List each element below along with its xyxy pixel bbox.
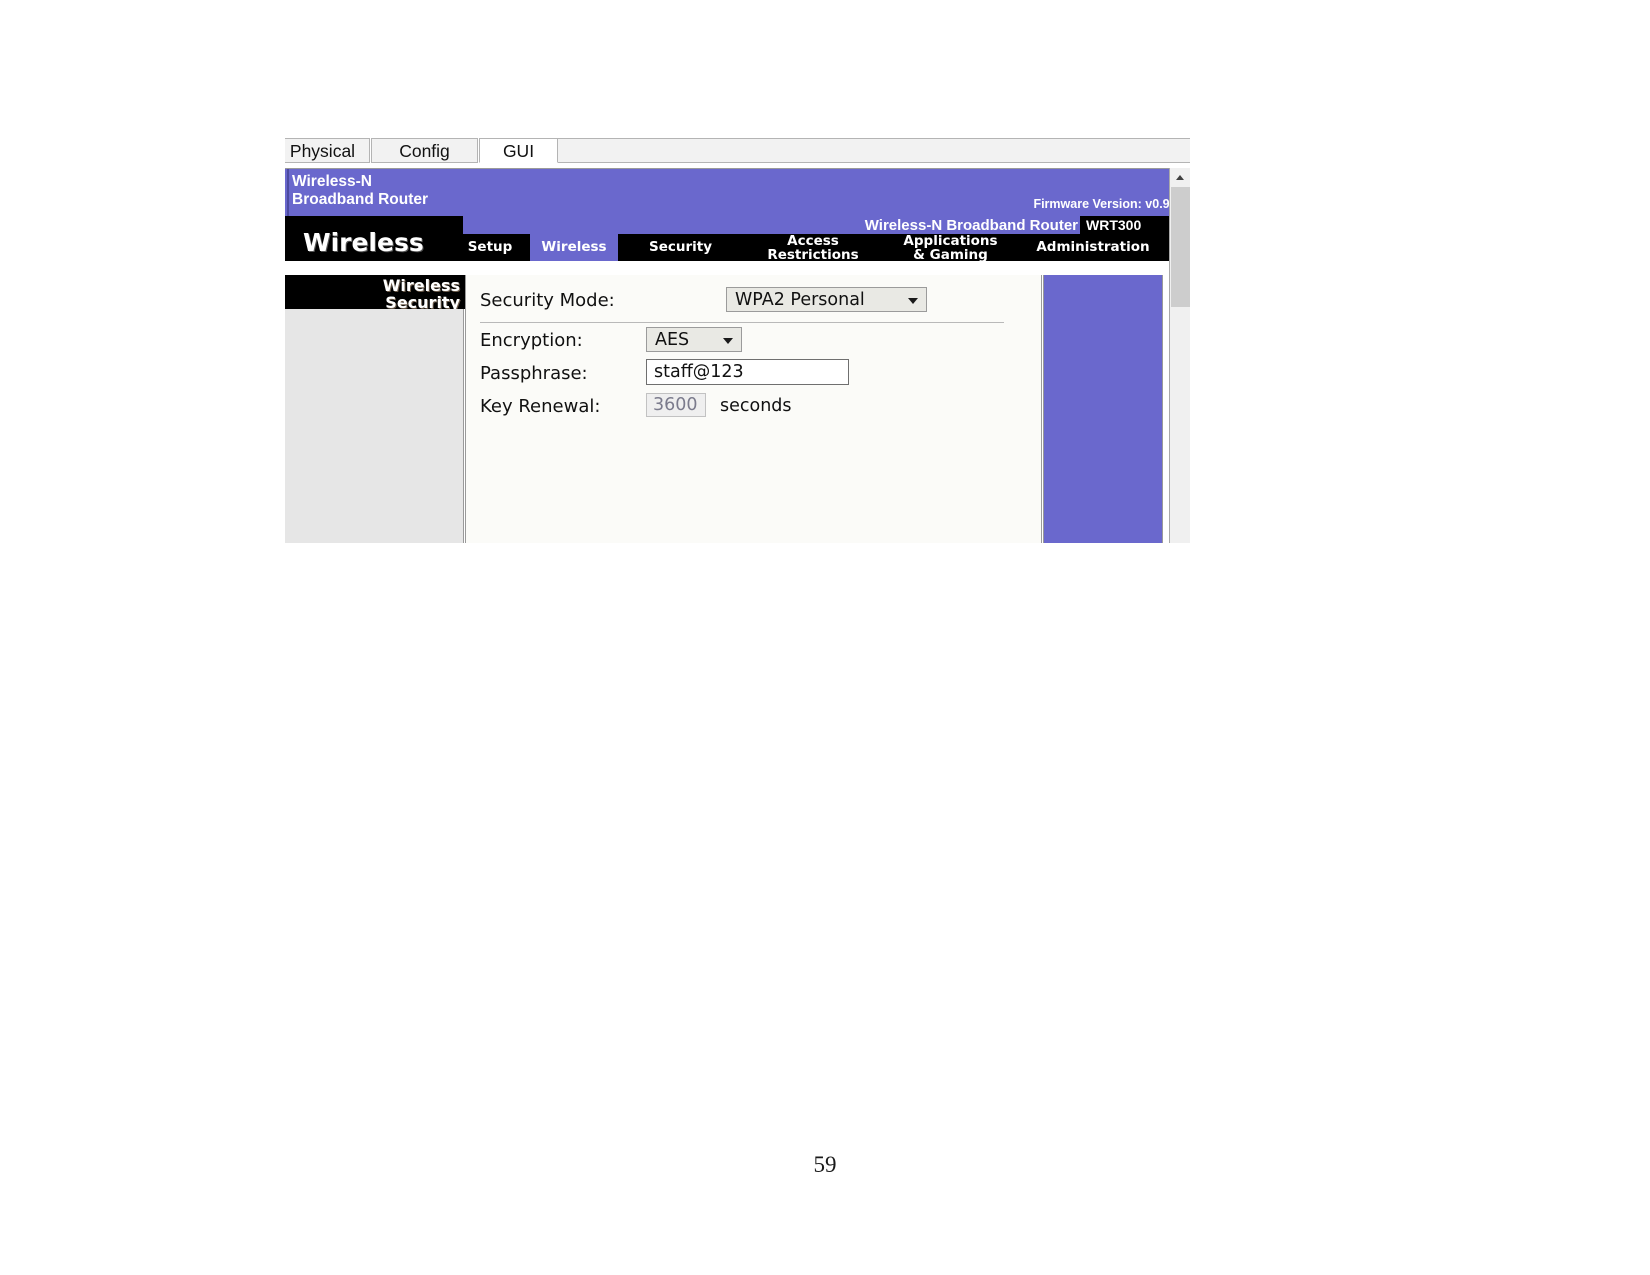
row-security-mode: Security Mode: WPA2 Personal xyxy=(480,287,1025,315)
encryption-value: AES xyxy=(655,330,690,350)
nav-item-setup[interactable]: Setup xyxy=(450,234,530,261)
row-passphrase: Passphrase: staff@123 xyxy=(480,359,1025,388)
row-encryption: Encryption: AES xyxy=(480,327,1025,355)
scrollbar-thumb[interactable] xyxy=(1171,187,1190,307)
router-nav-items: Setup Wireless Security Access Restricti… xyxy=(450,234,1190,261)
wireless-security-form: Security Mode: WPA2 Personal Encryption:… xyxy=(465,275,1042,543)
router-content-region: Wireless Security Security Mode: WPA2 Pe… xyxy=(285,275,1190,543)
tab-config[interactable]: Config xyxy=(371,138,478,163)
right-help-panel xyxy=(1043,275,1163,543)
subnav-wireless-security[interactable]: Wireless Security xyxy=(598,260,697,261)
section-title-block: Wireless Security xyxy=(285,275,465,312)
chevron-down-icon xyxy=(908,298,918,304)
router-model-code: WRT300 xyxy=(1086,217,1142,233)
nav-item-applications-gaming[interactable]: Applications & Gaming xyxy=(883,234,1018,261)
key-renewal-input[interactable]: 3600 xyxy=(646,393,706,417)
security-mode-value: WPA2 Personal xyxy=(735,290,865,310)
nav-item-administration[interactable]: Administration xyxy=(1018,234,1168,261)
subnav-wireless-mac-filter[interactable]: Wireless MAC Filter xyxy=(762,260,872,261)
nav-item-security[interactable]: Security xyxy=(618,234,743,261)
passphrase-label: Passphrase: xyxy=(480,363,588,384)
passphrase-input[interactable]: staff@123 xyxy=(646,359,849,385)
subnav-advanced-wireless-settings[interactable]: Advanced Wireless Settings xyxy=(987,260,1146,261)
security-mode-label: Security Mode: xyxy=(480,290,615,311)
tab-strip-underline xyxy=(285,163,1190,165)
key-renewal-value: 3600 xyxy=(653,395,698,415)
router-nav-logo-text: Wireless xyxy=(303,228,424,257)
router-brand-title: Wireless-N Broadband Router xyxy=(292,173,429,208)
router-nav-band: Wireless Wireless-N Broadband Router WRT… xyxy=(285,216,1190,261)
tab-physical[interactable]: Physical xyxy=(285,138,370,163)
row-key-renewal: Key Renewal: 3600 seconds xyxy=(480,393,1025,421)
chevron-up-icon xyxy=(1176,175,1184,180)
security-mode-select[interactable]: WPA2 Personal xyxy=(726,287,927,312)
key-renewal-label: Key Renewal: xyxy=(480,396,601,417)
page-vertical-scrollbar[interactable] xyxy=(1169,168,1190,543)
scroll-up-button[interactable] xyxy=(1170,168,1190,187)
key-renewal-unit: seconds xyxy=(720,396,792,416)
page-number: 59 xyxy=(813,1152,837,1177)
router-brand-bar: Wireless-N Broadband Router Firmware Ver… xyxy=(285,169,1190,216)
router-nav-logo: Wireless xyxy=(285,216,463,261)
passphrase-value: staff@123 xyxy=(654,362,744,382)
device-tab-strip: Physical Config GUI xyxy=(285,138,1190,166)
tab-gui[interactable]: GUI xyxy=(479,138,558,163)
subnav-basic-wireless-settings[interactable]: Basic Wireless Settings xyxy=(452,260,585,261)
router-web-page: Wireless-N Broadband Router Firmware Ver… xyxy=(285,168,1190,543)
encryption-select[interactable]: AES xyxy=(646,327,742,352)
firmware-version-label: Firmware Version: v0.93.3 xyxy=(1033,197,1187,211)
form-divider xyxy=(480,322,1004,323)
document-page: Physical Config GUI Wireless-N Broadband… xyxy=(0,0,1650,1275)
section-title-text: Wireless Security xyxy=(382,276,460,312)
left-spacer-panel xyxy=(285,309,464,543)
chevron-down-icon xyxy=(723,338,733,344)
tab-strip-filler xyxy=(528,138,1190,163)
router-model-title: Wireless-N Broadband Router xyxy=(864,217,1078,234)
encryption-label: Encryption: xyxy=(480,330,583,351)
nav-item-access-restrictions[interactable]: Access Restrictions xyxy=(743,234,883,261)
nav-item-wireless[interactable]: Wireless xyxy=(530,234,618,261)
device-config-window: Physical Config GUI Wireless-N Broadband… xyxy=(285,138,1190,543)
